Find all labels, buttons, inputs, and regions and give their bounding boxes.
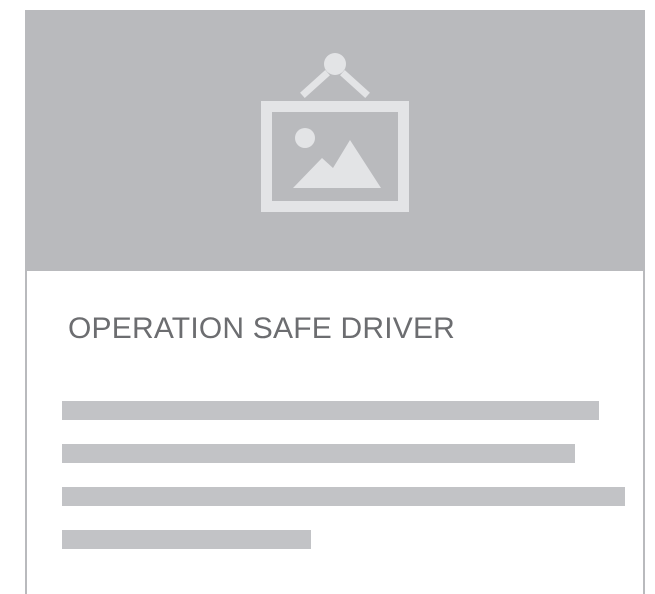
- text-placeholder-line: [62, 444, 575, 463]
- content-card[interactable]: OPERATION SAFE DRIVER: [25, 10, 645, 594]
- hanger-string-right: [340, 70, 370, 98]
- text-placeholder-line: [62, 530, 311, 549]
- text-placeholder-line: [62, 401, 599, 420]
- picture-frame: [261, 101, 409, 212]
- hanger-string-left: [300, 70, 330, 98]
- card-title: OPERATION SAFE DRIVER: [68, 312, 456, 345]
- hanging-picture-frame-icon: [261, 53, 409, 212]
- hanger-knob: [324, 53, 346, 75]
- card-image-placeholder: [25, 10, 645, 271]
- picture-sun: [295, 128, 315, 148]
- text-placeholder-line: [62, 487, 625, 506]
